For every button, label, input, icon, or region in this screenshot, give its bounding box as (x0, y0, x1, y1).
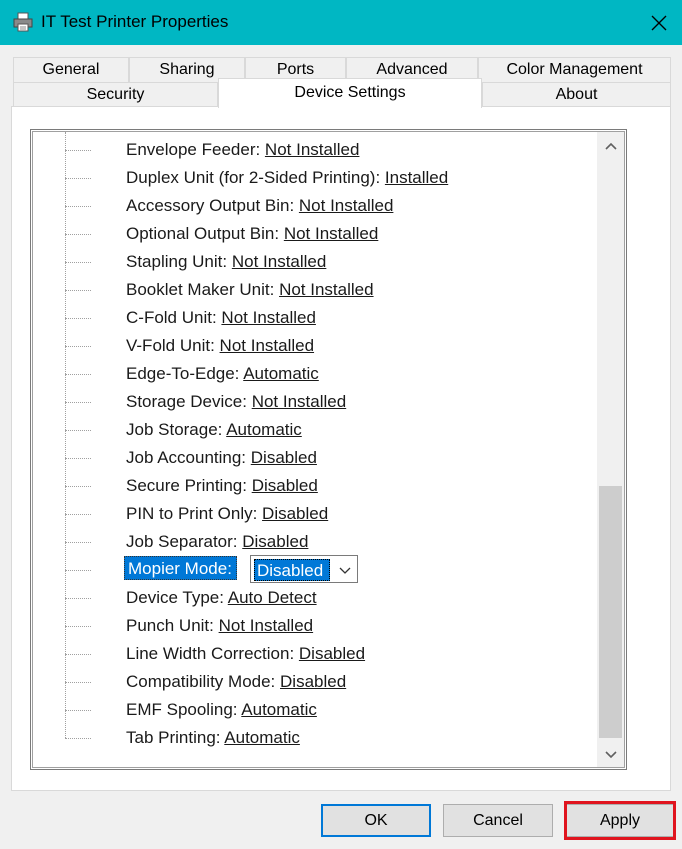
tree-item-tab-printing[interactable]: Tab Printing: Automatic (65, 724, 585, 752)
device-settings-tree[interactable]: Envelope Feeder: Not Installed Duplex Un… (30, 129, 627, 770)
close-icon (651, 15, 667, 30)
setting-value[interactable]: Automatic (224, 728, 300, 747)
setting-label: Job Separator: (126, 532, 243, 551)
tree-item-compatibility-mode[interactable]: Compatibility Mode: Disabled (65, 668, 585, 696)
tab-about[interactable]: About (482, 82, 671, 107)
setting-label: EMF Spooling: (126, 700, 242, 719)
tab-label: Ports (276, 61, 315, 78)
setting-value[interactable]: Not Installed (265, 140, 360, 159)
setting-value[interactable]: Auto Detect (228, 588, 317, 607)
tab-label: Security (86, 86, 145, 103)
setting-value[interactable]: Disabled (251, 448, 317, 467)
tree-item-line-width-correction[interactable]: Line Width Correction: Disabled (65, 640, 585, 668)
setting-value[interactable]: Not Installed (252, 392, 347, 411)
setting-label: Stapling Unit: (126, 252, 232, 271)
setting-value[interactable]: Not Installed (284, 224, 379, 243)
setting-value[interactable]: Not Installed (219, 616, 314, 635)
tab-label: General (42, 61, 100, 78)
setting-label: C-Fold Unit: (126, 308, 222, 327)
tree-item-device-type[interactable]: Device Type: Auto Detect (65, 584, 585, 612)
tree-item-secure-printing[interactable]: Secure Printing: Disabled (65, 472, 585, 500)
tree-item-job-accounting[interactable]: Job Accounting: Disabled (65, 444, 585, 472)
setting-value[interactable]: Automatic (241, 700, 317, 719)
close-button[interactable] (636, 0, 682, 45)
dropdown-selected-value: Disabled (254, 559, 330, 581)
setting-label: Job Accounting: (126, 448, 251, 467)
setting-value[interactable]: Disabled (262, 504, 328, 523)
tree-item-pin-to-print-only[interactable]: PIN to Print Only: Disabled (65, 500, 585, 528)
chevron-down-icon (339, 567, 351, 574)
setting-label: Duplex Unit (for 2-Sided Printing): (126, 168, 385, 187)
vertical-scrollbar[interactable] (597, 132, 624, 767)
tree-item-optional-output-bin[interactable]: Optional Output Bin: Not Installed (65, 220, 585, 248)
setting-label: V-Fold Unit: (126, 336, 220, 355)
setting-label: Compatibility Mode: (126, 672, 281, 691)
tab-label: Advanced (376, 61, 448, 78)
cancel-button[interactable]: Cancel (443, 804, 553, 837)
setting-label: PIN to Print Only: (126, 504, 263, 523)
tree-item-storage-device[interactable]: Storage Device: Not Installed (65, 388, 585, 416)
tab-label: Sharing (159, 61, 215, 78)
tree-item-booklet-maker-unit[interactable]: Booklet Maker Unit: Not Installed (65, 276, 585, 304)
setting-label: Accessory Output Bin: (126, 196, 299, 215)
setting-label: Tab Printing: (126, 728, 225, 747)
tree-viewport: Envelope Feeder: Not Installed Duplex Un… (32, 131, 625, 768)
tab-security[interactable]: Security (13, 82, 218, 107)
apply-highlight-box (564, 801, 676, 840)
tab-label: Device Settings (294, 84, 406, 101)
tree-item-c-fold-unit[interactable]: C-Fold Unit: Not Installed (65, 304, 585, 332)
setting-label: Line Width Correction: (126, 644, 299, 663)
setting-value[interactable]: Not Installed (232, 252, 327, 271)
setting-value[interactable]: Not Installed (220, 336, 315, 355)
setting-label: Edge-To-Edge: (126, 364, 244, 383)
mopier-mode-dropdown[interactable]: Disabled (250, 555, 358, 583)
scroll-up-button[interactable] (597, 132, 624, 162)
tab-device-settings[interactable]: Device Settings (218, 78, 482, 108)
setting-value[interactable]: Not Installed (299, 196, 394, 215)
printer-icon (13, 12, 33, 32)
setting-label: Job Storage: (126, 420, 227, 439)
setting-value[interactable]: Disabled (299, 644, 365, 663)
setting-value[interactable]: Automatic (243, 364, 319, 383)
chevron-up-icon (604, 142, 617, 150)
tree-item-edge-to-edge[interactable]: Edge-To-Edge: Automatic (65, 360, 585, 388)
tree-item-punch-unit[interactable]: Punch Unit: Not Installed (65, 612, 585, 640)
setting-value[interactable]: Disabled (280, 672, 346, 691)
ok-button[interactable]: OK (321, 804, 431, 837)
tree-item-stapling-unit[interactable]: Stapling Unit: Not Installed (65, 248, 585, 276)
tree-item-accessory-output-bin[interactable]: Accessory Output Bin: Not Installed (65, 192, 585, 220)
scrollbar-thumb[interactable] (599, 486, 622, 738)
tree-item-mopier-mode[interactable]: Mopier Mode: Disabled (65, 554, 585, 584)
title-bar: IT Test Printer Properties (0, 0, 682, 45)
setting-label: Booklet Maker Unit: (126, 280, 280, 299)
tree-item-emf-spooling[interactable]: EMF Spooling: Automatic (65, 696, 585, 724)
setting-value[interactable]: Disabled (242, 532, 308, 551)
setting-label: Storage Device: (126, 392, 252, 411)
tree-item-envelope-feeder[interactable]: Envelope Feeder: Not Installed (65, 136, 585, 164)
setting-label-selected: Mopier Mode: (124, 556, 237, 580)
setting-value[interactable]: Installed (385, 168, 448, 187)
setting-label: Secure Printing: (126, 476, 252, 495)
tab-color-management[interactable]: Color Management (478, 57, 671, 82)
tree-item-duplex-unit[interactable]: Duplex Unit (for 2-Sided Printing): Inst… (65, 164, 585, 192)
setting-value[interactable]: Not Installed (279, 280, 374, 299)
tree-item-job-separator[interactable]: Job Separator: Disabled (65, 528, 585, 556)
tree-items: Envelope Feeder: Not Installed Duplex Un… (33, 132, 598, 767)
setting-value[interactable]: Automatic (226, 420, 302, 439)
tab-label: About (555, 86, 598, 103)
scroll-down-button[interactable] (597, 739, 624, 767)
chevron-down-icon (604, 751, 617, 759)
tab-label: Color Management (506, 61, 643, 78)
tree-item-job-storage[interactable]: Job Storage: Automatic (65, 416, 585, 444)
tree-item-v-fold-unit[interactable]: V-Fold Unit: Not Installed (65, 332, 585, 360)
setting-value[interactable]: Not Installed (221, 308, 316, 327)
tab-general[interactable]: General (13, 57, 129, 82)
setting-label: Optional Output Bin: (126, 224, 284, 243)
window-title: IT Test Printer Properties (41, 12, 229, 31)
setting-label: Punch Unit: (126, 616, 219, 635)
setting-label: Envelope Feeder: (126, 140, 265, 159)
setting-value[interactable]: Disabled (252, 476, 318, 495)
setting-label: Device Type: (126, 588, 228, 607)
